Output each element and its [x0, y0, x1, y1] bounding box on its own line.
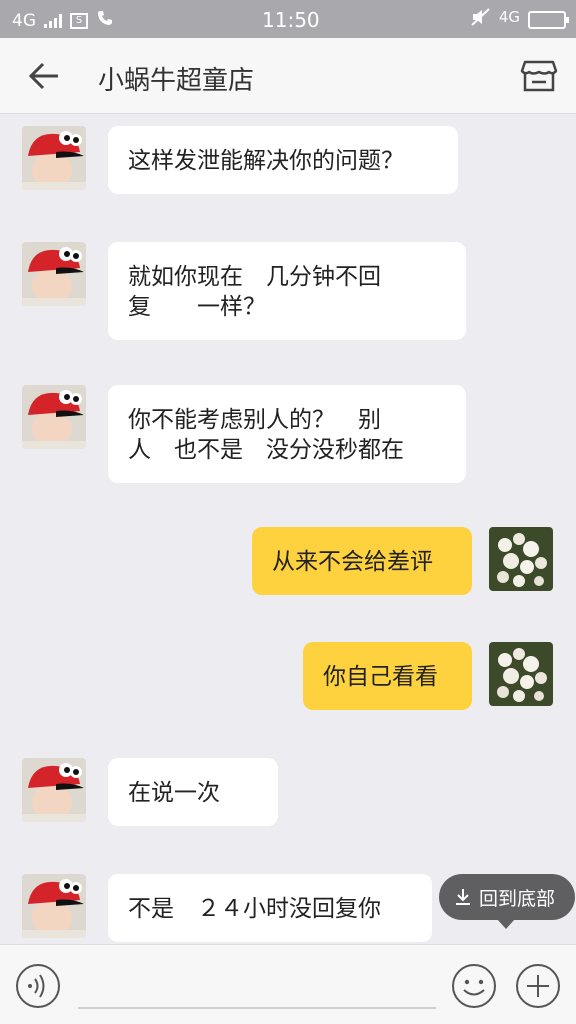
message-bubble-outgoing[interactable]: 你自己看看 — [303, 642, 472, 710]
back-button[interactable] — [24, 58, 64, 94]
network-label-right: 4G — [498, 7, 520, 26]
store-button[interactable] — [520, 58, 558, 94]
battery-icon — [528, 10, 569, 29]
network-label-left: 4G — [12, 10, 36, 31]
avatar[interactable] — [22, 126, 86, 190]
message-bubble-incoming[interactable]: 你不能考虑别人的？ 别 人 也不是 没分没秒都在 — [108, 385, 466, 483]
message-bubble-incoming[interactable]: 不是 ２４小时没回复你 — [108, 874, 432, 942]
child-avatar-image — [22, 385, 86, 449]
flower-avatar-image — [489, 642, 553, 706]
chat-header: 小蜗牛超童店 — [0, 38, 576, 114]
child-avatar-image — [22, 242, 86, 306]
message-list[interactable]: 这样发泄能解决你的问题？ 就如你现在 几分钟不回 复 一样？ 你不能考虑别人的？… — [0, 114, 576, 944]
download-arrow-icon — [456, 889, 470, 905]
store-icon — [520, 60, 558, 92]
my-avatar[interactable] — [489, 642, 553, 706]
message-bubble-incoming[interactable]: 这样发泄能解决你的问题？ — [108, 126, 458, 194]
child-avatar-image — [22, 126, 86, 190]
emoji-button[interactable] — [451, 963, 497, 1009]
phone-icon — [96, 9, 114, 32]
avatar[interactable] — [22, 385, 86, 449]
smiley-icon — [452, 964, 496, 1008]
child-avatar-image — [22, 874, 86, 938]
jump-to-bottom-label: 回到底部 — [479, 887, 556, 910]
voice-button[interactable] — [15, 963, 61, 1009]
input-bar — [0, 944, 576, 1024]
signal-icon — [44, 13, 62, 28]
avatar[interactable] — [22, 874, 86, 938]
more-button[interactable] — [515, 963, 561, 1009]
status-bar: 4G S 11:50 4G — [0, 0, 576, 38]
sim-icon: S — [70, 12, 88, 29]
page-title: 小蜗牛超童店 — [98, 66, 255, 96]
voice-icon — [16, 964, 60, 1008]
status-time: 11:50 — [262, 8, 320, 32]
my-avatar[interactable] — [489, 527, 553, 591]
mute-icon — [469, 7, 491, 32]
avatar[interactable] — [22, 758, 86, 822]
message-bubble-incoming[interactable]: 就如你现在 几分钟不回 复 一样？ — [108, 242, 466, 340]
child-avatar-image — [22, 758, 86, 822]
jump-to-bottom-button[interactable]: 回到底部 — [439, 874, 575, 929]
avatar[interactable] — [22, 242, 86, 306]
message-input[interactable] — [78, 965, 436, 1009]
plus-icon — [516, 964, 560, 1008]
message-bubble-outgoing[interactable]: 从来不会给差评 — [252, 527, 472, 595]
back-arrow-icon — [28, 62, 58, 90]
flower-avatar-image — [489, 527, 553, 591]
message-bubble-incoming[interactable]: 在说一次 — [108, 758, 278, 826]
